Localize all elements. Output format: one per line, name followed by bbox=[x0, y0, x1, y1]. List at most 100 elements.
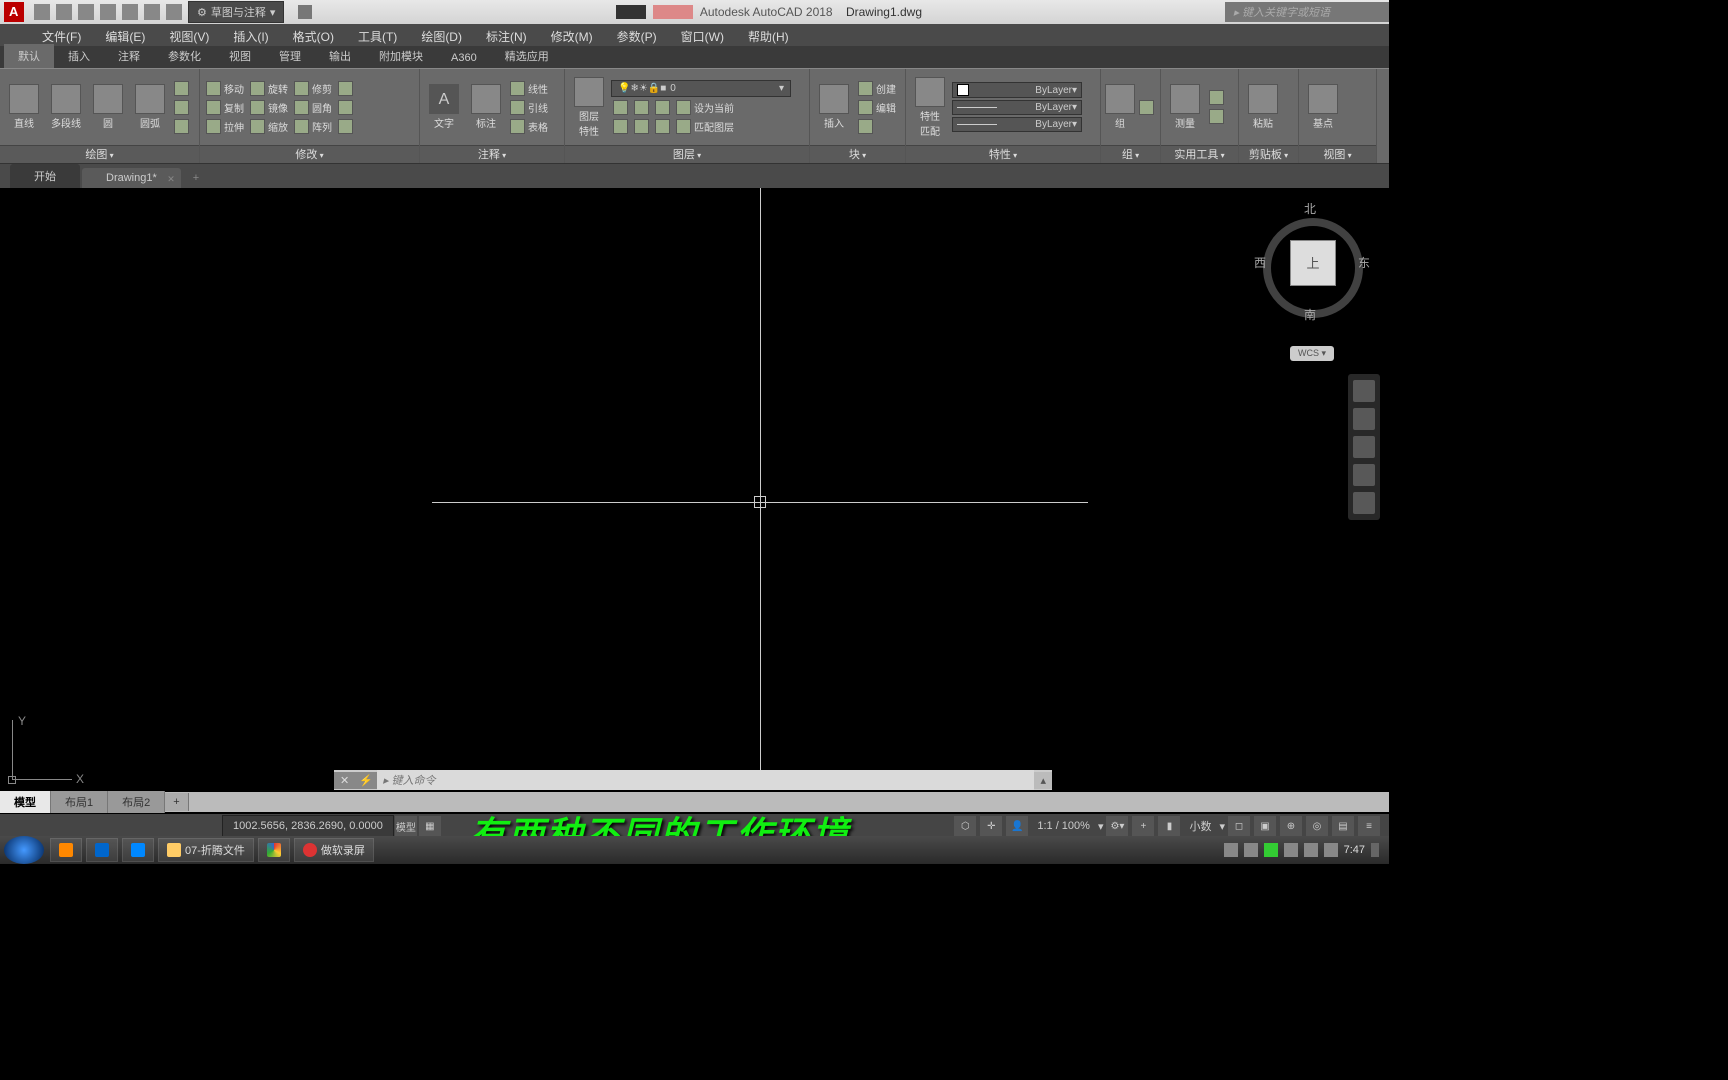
trim-button[interactable]: 修剪 bbox=[292, 80, 334, 97]
menu-dimension[interactable]: 标注(N) bbox=[474, 24, 539, 46]
tab-model[interactable]: 模型 bbox=[0, 791, 51, 813]
measure-button[interactable]: 测量 bbox=[1165, 71, 1205, 143]
new-tab-button[interactable]: + bbox=[183, 168, 209, 188]
share-icon[interactable] bbox=[298, 5, 312, 19]
match-layer-button[interactable]: 匹配图层 bbox=[674, 118, 736, 135]
modify-extra-3[interactable] bbox=[336, 118, 355, 135]
copy-button[interactable]: 复制 bbox=[204, 99, 246, 116]
fillet-button[interactable]: 圆角 bbox=[292, 99, 334, 116]
search-input[interactable]: ▸ 键入关键字或短语 bbox=[1225, 2, 1395, 22]
panel-view-label[interactable]: 视图 bbox=[1299, 145, 1376, 163]
rotate-button[interactable]: 旋转 bbox=[248, 80, 290, 97]
full-nav-wheel-icon[interactable] bbox=[1353, 380, 1375, 402]
edit-block-button[interactable]: 编辑 bbox=[856, 99, 898, 116]
cmdline-history-icon[interactable]: ▴ bbox=[1034, 772, 1052, 789]
menu-file[interactable]: 文件(F) bbox=[30, 24, 93, 46]
sb-model-button[interactable]: 模型 bbox=[395, 816, 417, 836]
group-sm[interactable] bbox=[1137, 99, 1156, 116]
layer-sm-4[interactable] bbox=[611, 118, 630, 135]
panel-annotation-label[interactable]: 注释 bbox=[420, 145, 564, 163]
viewcube-west[interactable]: 西 bbox=[1254, 254, 1266, 271]
modify-extra-2[interactable] bbox=[336, 99, 355, 116]
stretch-button[interactable]: 拉伸 bbox=[204, 118, 246, 135]
viewcube-south[interactable]: 南 bbox=[1304, 306, 1316, 323]
showmotion-icon[interactable] bbox=[1353, 492, 1375, 514]
text-button[interactable]: A文字 bbox=[424, 71, 464, 143]
tray-speaker-icon[interactable] bbox=[1304, 843, 1318, 857]
print-icon[interactable] bbox=[122, 4, 138, 20]
panel-block-label[interactable]: 块 bbox=[810, 145, 905, 163]
tray-clock[interactable]: 7:47 bbox=[1344, 844, 1365, 856]
menu-format[interactable]: 格式(O) bbox=[281, 24, 346, 46]
ribbontab-annotate[interactable]: 注释 bbox=[104, 44, 154, 68]
ribbontab-manage[interactable]: 管理 bbox=[265, 44, 315, 68]
tab-drawing1[interactable]: Drawing1*✕ bbox=[82, 168, 181, 188]
menu-edit[interactable]: 编辑(E) bbox=[93, 24, 157, 46]
panel-draw-label[interactable]: 绘图 bbox=[0, 145, 199, 163]
linear-button[interactable]: 线性 bbox=[508, 80, 550, 97]
color-dropdown[interactable]: ByLayer ▾ bbox=[952, 82, 1082, 98]
sb-quick-icon[interactable]: ◻ bbox=[1228, 816, 1250, 836]
util-sm-2[interactable] bbox=[1207, 108, 1226, 125]
make-current-button[interactable]: 设为当前 bbox=[674, 99, 736, 116]
menu-parametric[interactable]: 参数(P) bbox=[605, 24, 669, 46]
menu-modify[interactable]: 修改(M) bbox=[539, 24, 605, 46]
saveas-icon[interactable] bbox=[100, 4, 116, 20]
undo-icon[interactable] bbox=[144, 4, 160, 20]
taskbar-pinned-2[interactable] bbox=[86, 838, 118, 862]
mirror-button[interactable]: 镜像 bbox=[248, 99, 290, 116]
layer-sm-2[interactable] bbox=[632, 99, 651, 116]
coordinates-display[interactable]: 1002.5656, 2836.2690, 0.0000 bbox=[222, 815, 394, 837]
zoom-extents-icon[interactable] bbox=[1353, 436, 1375, 458]
layer-dropdown[interactable]: 💡❄☀🔒■ 0▾ bbox=[611, 80, 791, 97]
menu-view[interactable]: 视图(V) bbox=[157, 24, 221, 46]
ribbontab-output[interactable]: 输出 bbox=[315, 44, 365, 68]
cmdline-close-icon[interactable]: ✕ bbox=[334, 772, 355, 789]
menu-help[interactable]: 帮助(H) bbox=[736, 24, 801, 46]
tray-icon-2[interactable] bbox=[1244, 843, 1258, 857]
sb-clean-icon[interactable]: ≡ bbox=[1358, 816, 1380, 836]
menu-draw[interactable]: 绘图(D) bbox=[409, 24, 474, 46]
zoom-readout[interactable]: 1:1 / 100% bbox=[1031, 820, 1096, 832]
wcs-badge[interactable]: WCS ▾ bbox=[1290, 346, 1334, 361]
menu-insert[interactable]: 插入(I) bbox=[221, 24, 280, 46]
tray-show-desktop[interactable] bbox=[1371, 843, 1379, 857]
close-tab-icon[interactable]: ✕ bbox=[167, 174, 175, 185]
block-sm-3[interactable] bbox=[856, 118, 898, 135]
panel-modify-label[interactable]: 修改 bbox=[200, 145, 419, 163]
sb-grid-icon[interactable]: ▦ bbox=[419, 816, 441, 836]
taskbar-chrome[interactable] bbox=[258, 838, 290, 862]
draw-small-1[interactable] bbox=[172, 80, 191, 97]
arc-button[interactable]: 圆弧 bbox=[130, 71, 170, 143]
polyline-button[interactable]: 多段线 bbox=[46, 71, 86, 143]
panel-group-label[interactable]: 组 bbox=[1101, 145, 1160, 163]
sb-hw-icon[interactable]: ◎ bbox=[1306, 816, 1328, 836]
tab-layout1[interactable]: 布局1 bbox=[51, 791, 108, 813]
tab-start[interactable]: 开始 bbox=[10, 164, 80, 188]
tray-icon-4[interactable] bbox=[1284, 843, 1298, 857]
scale-button[interactable]: 缩放 bbox=[248, 118, 290, 135]
create-block-button[interactable]: 创建 bbox=[856, 80, 898, 97]
redo-icon[interactable] bbox=[166, 4, 182, 20]
ribbontab-view[interactable]: 视图 bbox=[215, 44, 265, 68]
draw-small-2[interactable] bbox=[172, 99, 191, 116]
linetype-dropdown[interactable]: ByLayer ▾ bbox=[952, 117, 1082, 132]
dimension-button[interactable]: 标注 bbox=[466, 71, 506, 143]
sb-anno-icon[interactable]: ⊕ bbox=[1280, 816, 1302, 836]
cmdline-customize-icon[interactable]: ⚡ bbox=[355, 772, 377, 789]
sb-constraint-icon[interactable]: 👤 bbox=[1006, 816, 1028, 836]
sb-units-icon[interactable]: ▮ bbox=[1158, 816, 1180, 836]
add-layout-button[interactable]: + bbox=[165, 793, 188, 811]
ribbontab-featured[interactable]: 精选应用 bbox=[491, 44, 563, 68]
open-icon[interactable] bbox=[56, 4, 72, 20]
new-icon[interactable] bbox=[34, 4, 50, 20]
taskbar-folder[interactable]: 07-折腾文件 bbox=[158, 838, 254, 862]
util-sm-1[interactable] bbox=[1207, 89, 1226, 106]
viewcube-east[interactable]: 东 bbox=[1358, 254, 1370, 271]
menu-window[interactable]: 窗口(W) bbox=[669, 24, 736, 46]
layer-sm-3[interactable] bbox=[653, 99, 672, 116]
modify-extra-1[interactable] bbox=[336, 80, 355, 97]
system-tray[interactable]: 7:47 bbox=[1224, 843, 1389, 857]
sb-plus-icon[interactable]: + bbox=[1132, 816, 1154, 836]
match-properties-button[interactable]: 特性 匹配 bbox=[910, 71, 950, 143]
